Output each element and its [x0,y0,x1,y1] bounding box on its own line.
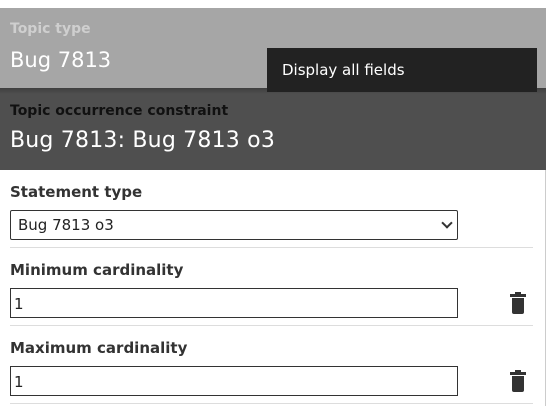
constraint-label: Topic occurrence constraint [10,103,229,119]
topic-type-label: Topic type [10,21,91,37]
minimum-cardinality-input[interactable]: 1 [10,288,458,318]
chevron-down-icon [441,217,453,229]
form-content: Statement type Bug 7813 o3 Minimum cardi… [0,170,546,406]
statement-type-selected-value: Bug 7813 o3 [18,216,114,234]
editor-frame: Topic type Bug 7813 Display all fields T… [0,0,546,406]
maximum-cardinality-input[interactable]: 1 [10,366,458,396]
display-all-fields-menu-item[interactable]: Display all fields [267,48,537,92]
statement-type-select[interactable]: Bug 7813 o3 [10,210,458,240]
top-strip [0,0,546,8]
maximum-cardinality-label: Maximum cardinality [10,339,188,357]
field-divider [10,247,533,248]
trash-icon[interactable] [510,292,526,314]
field-divider [10,325,533,326]
minimum-cardinality-label: Minimum cardinality [10,261,184,279]
constraint-header: Topic occurrence constraint Bug 7813: Bu… [0,88,546,170]
trash-icon[interactable] [510,370,526,392]
statement-type-label: Statement type [10,183,143,201]
field-divider [10,403,533,404]
constraint-title: Bug 7813: Bug 7813 o3 [10,128,276,153]
topic-type-value[interactable]: Bug 7813 [10,48,111,72]
